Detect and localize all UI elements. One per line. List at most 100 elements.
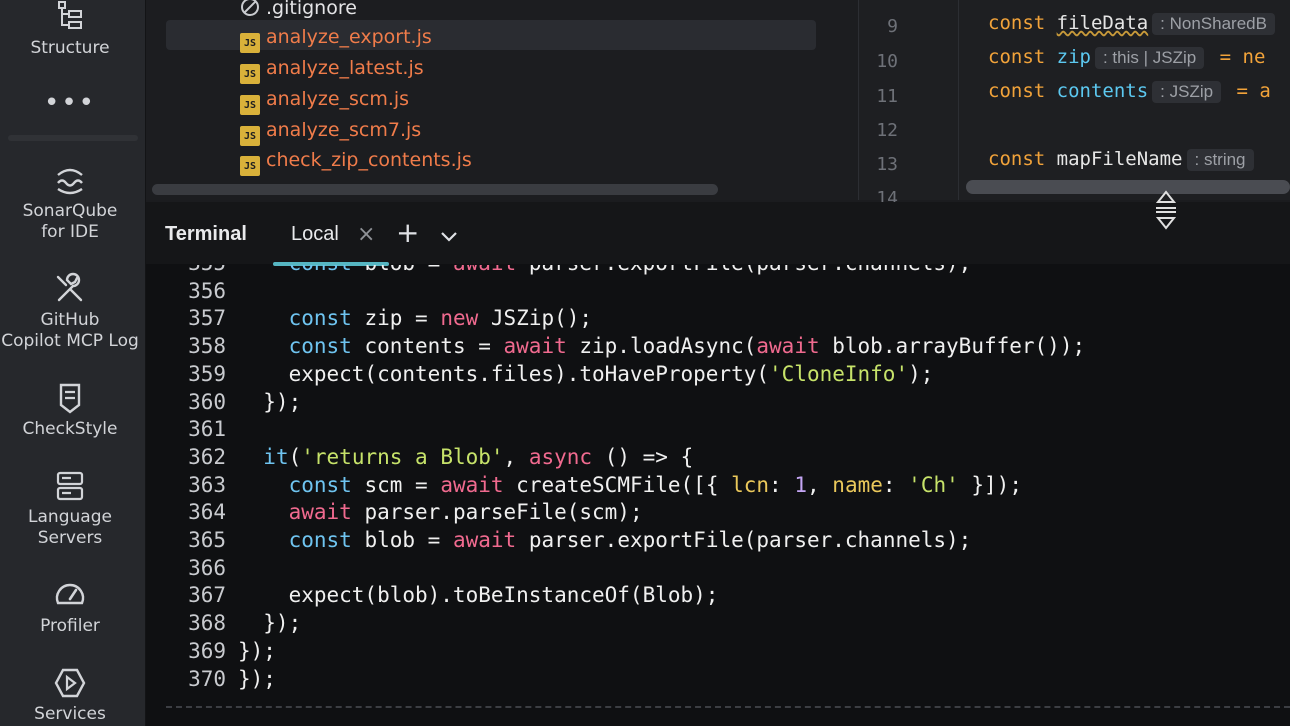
terminal-line-code: }); [238, 611, 302, 636]
type-hint: : NonSharedB [1152, 13, 1275, 35]
terminal-line-code: const scm = await createSCMFile([{ lcn: … [288, 472, 1022, 497]
terminal-line-code: }); [238, 666, 276, 691]
more-tools-button[interactable]: ••• [0, 88, 140, 118]
tree-item-analyze-latest[interactable]: JS analyze_latest.js [240, 53, 424, 84]
wrench-icon [56, 272, 83, 302]
terminal-line: 367 expect(blob).toBeInstanceOf(Blob); [150, 581, 718, 609]
terminal-line-code: const contents = await zip.loadAsync(awa… [288, 334, 1086, 359]
terminal-line-number: 356 [188, 278, 226, 303]
type-hint: : string [1186, 149, 1254, 171]
terminal-line: 361 [150, 415, 238, 443]
tool-sonarqube[interactable]: SonarQube for IDE [0, 163, 140, 243]
tool-structure[interactable]: Structure [0, 0, 140, 59]
terminal-line-number: 360 [188, 389, 226, 414]
line-number: 13 [876, 154, 898, 175]
editor-line: const zip: this | JSZip = ne [988, 46, 1266, 69]
terminal-line-code: it('returns a Blob', async () => { [263, 444, 694, 469]
tool-structure-label: Structure [30, 38, 110, 58]
tool-copilot-mcp-log[interactable]: GitHub Copilot MCP Log [0, 272, 140, 352]
terminal-line: 359 expect(contents.files).toHavePropert… [150, 360, 933, 388]
terminal-line: 365 const blob = await parser.exportFile… [150, 526, 971, 554]
tool-checkstyle-label: CheckStyle [22, 419, 118, 439]
terminal-line-code: const blob = await parser.exportFile(par… [288, 528, 972, 552]
services-icon [54, 668, 86, 698]
terminal-line-number: 358 [188, 334, 226, 359]
tree-item-label: check_zip_contents.js [266, 149, 472, 171]
tree-item-label: analyze_export.js [266, 26, 432, 48]
terminal-line-number: 366 [188, 555, 226, 580]
tool-services[interactable]: Services [0, 666, 140, 725]
tree-item-analyze-scm[interactable]: JS analyze_scm.js [240, 84, 410, 115]
terminal-line: 357 const zip = new JSZip(); [150, 304, 592, 332]
sonarqube-icon [57, 168, 83, 195]
terminal-line-number: 363 [188, 472, 226, 497]
terminal-line-number: 364 [188, 500, 226, 525]
editor-line: const fileData: NonSharedB [988, 12, 1279, 35]
line-number: 10 [876, 51, 898, 72]
tree-item-label: analyze_scm7.js [266, 119, 422, 141]
terminal-line: 370}); [150, 665, 276, 693]
chevron-down-icon[interactable] [439, 226, 459, 246]
tree-item-label: .gitignore [266, 0, 357, 19]
terminal-line-code: }); [238, 389, 302, 414]
terminal-line: 362 it('returns a Blob', async () => { [150, 443, 693, 471]
tool-window-strip: Structure ••• SonarQube for IDE GitHub C… [0, 0, 146, 726]
editor-line: const mapFileName: string [988, 148, 1258, 171]
terminal-line: 358 const contents = await zip.loadAsync… [150, 332, 1085, 360]
terminal-line-number: 359 [188, 361, 226, 386]
terminal-line-number: 361 [188, 417, 226, 442]
tool-profiler-label: Profiler [40, 616, 100, 636]
js-file-icon: JS [240, 126, 260, 146]
checkstyle-icon [59, 383, 81, 414]
terminal-line-code: }); [238, 638, 276, 663]
line-number: 9 [887, 16, 898, 37]
tree-item-check-zip-contents[interactable]: JS check_zip_contents.js [240, 145, 472, 176]
terminal-line: 356 [150, 277, 238, 305]
new-tab-button[interactable]: + [396, 216, 419, 249]
tab-local[interactable]: Local [291, 223, 339, 246]
editor-line: const contents: JSZip = a [988, 80, 1271, 103]
js-file-icon: JS [240, 95, 260, 115]
terminal-line-number: 357 [188, 306, 226, 331]
tool-services-label: Services [34, 704, 106, 724]
terminal-line-number: 370 [188, 666, 226, 691]
terminal-line: 366 [150, 554, 238, 582]
js-file-icon: JS [240, 156, 260, 176]
terminal-line: 368 }); [150, 609, 301, 637]
server-icon [56, 471, 84, 501]
gauge-icon [55, 583, 85, 605]
terminal-line-code: expect(blob).toBeInstanceOf(Blob); [238, 583, 719, 608]
terminal-line-number: 368 [188, 611, 226, 636]
tool-profiler[interactable]: Profiler [0, 578, 140, 637]
close-tab-icon[interactable]: × [357, 222, 375, 247]
tool-copilot-label: GitHub Copilot MCP Log [1, 310, 139, 351]
terminal-line-code: await parser.parseFile(scm); [288, 500, 643, 525]
gutter-divider [958, 0, 959, 200]
terminal-title: Terminal [165, 223, 247, 245]
structure-icon [58, 1, 82, 29]
js-file-icon: JS [240, 33, 260, 53]
editor-horizontal-scrollbar[interactable] [966, 180, 1290, 194]
line-number: 11 [876, 86, 898, 107]
terminal-line: 369}); [150, 637, 276, 665]
terminal-line: 363 const scm = await createSCMFile([{ l… [150, 471, 1022, 499]
tool-language-servers[interactable]: Language Servers [0, 469, 140, 549]
tool-sonarqube-label: SonarQube for IDE [22, 201, 118, 242]
terminal-line-number: 365 [188, 528, 226, 552]
ignore-file-icon [241, 0, 259, 16]
terminal-bottom-divider [166, 706, 1290, 708]
tool-checkstyle[interactable]: CheckStyle [0, 381, 140, 440]
tool-language-servers-label: Language Servers [28, 507, 112, 548]
tree-item-analyze-export[interactable]: JS analyze_export.js [240, 22, 432, 53]
tree-item-label: analyze_scm.js [266, 88, 410, 110]
tree-item-analyze-scm7[interactable]: JS analyze_scm7.js [240, 115, 422, 146]
terminal-line-number: 369 [188, 638, 226, 663]
terminal-line-code: expect(contents.files).toHaveProperty('C… [238, 361, 934, 386]
terminal-line: 364 await parser.parseFile(scm); [150, 498, 643, 526]
strip-separator [8, 135, 138, 141]
terminal-line: 360 }); [150, 388, 301, 416]
tree-item-gitignore[interactable]: .gitignore [240, 0, 357, 23]
terminal-line-number: 367 [188, 583, 226, 608]
tree-horizontal-scrollbar[interactable] [152, 184, 718, 195]
resize-cursor-icon [1155, 190, 1177, 230]
